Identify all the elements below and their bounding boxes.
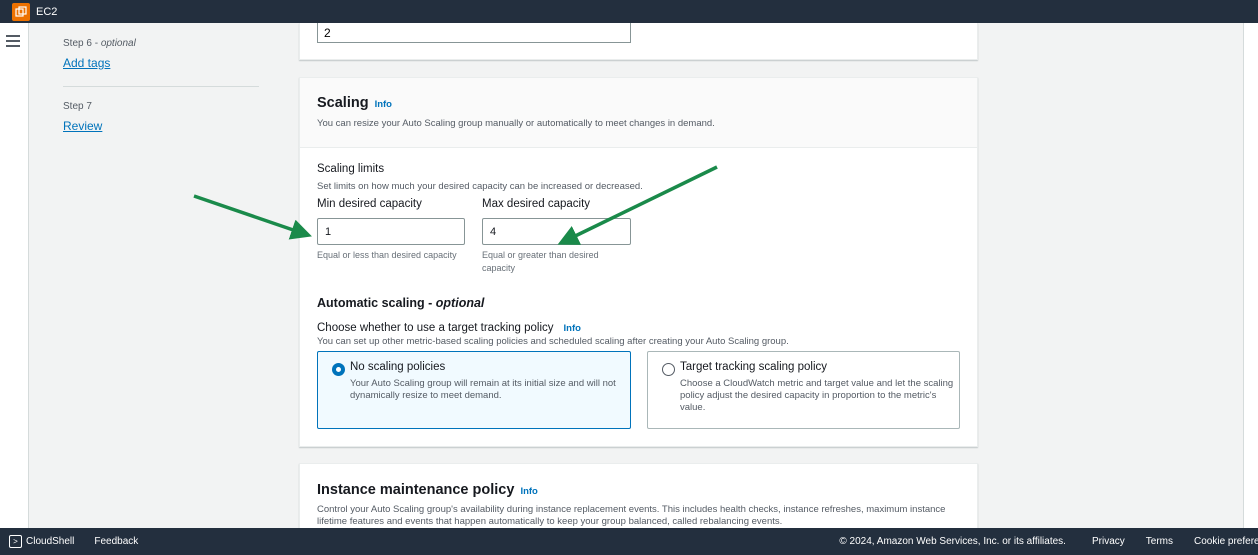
terms-link[interactable]: Terms	[1146, 536, 1173, 547]
feedback-link[interactable]: Feedback	[94, 536, 138, 547]
privacy-link[interactable]: Privacy	[1092, 536, 1125, 547]
automatic-scaling-title: Automatic scaling - optional	[317, 296, 485, 310]
wizard-step-6: Step 6 - optional Add tags	[63, 38, 136, 70]
auto-scaling-info-link[interactable]: Info	[564, 323, 581, 334]
ec2-service-icon[interactable]	[12, 2, 30, 21]
group-size-card	[299, 23, 978, 60]
auto-scaling-question-row: Choose whether to use a target tracking …	[317, 318, 581, 336]
step-label: Step 7	[63, 101, 92, 112]
option-title: No scaling policies	[350, 361, 446, 373]
target-tracking-option[interactable]: Target tracking scaling policy Choose a …	[647, 351, 960, 429]
min-capacity-input[interactable]	[317, 218, 465, 245]
wizard-navigation: Step 6 - optional Add tags Step 7 Review	[29, 23, 299, 528]
radio-unselected-icon[interactable]	[662, 363, 675, 376]
cloudshell-icon[interactable]: >	[9, 535, 22, 548]
menu-icon[interactable]	[6, 35, 20, 50]
step-divider	[63, 86, 259, 87]
option-title: Target tracking scaling policy	[680, 361, 828, 373]
max-capacity-input[interactable]	[482, 218, 631, 245]
scaling-info-link[interactable]: Info	[375, 99, 392, 110]
scaling-limits-title: Scaling limits	[317, 163, 385, 175]
right-utility-rail	[1243, 23, 1258, 528]
maintenance-info-link[interactable]: Info	[520, 486, 537, 497]
maintenance-title-row: Instance maintenance policy Info	[317, 481, 538, 499]
step-link-review[interactable]: Review	[63, 119, 102, 133]
max-capacity-constraint: Equal or greater than desired capacity	[482, 250, 599, 273]
wizard-step-7: Step 7 Review	[63, 101, 102, 133]
console-footer: > CloudShell Feedback © 2024, Amazon Web…	[0, 528, 1258, 555]
side-navigation-rail	[0, 23, 29, 528]
scaling-card: Scaling Info You can resize your Auto Sca…	[299, 77, 978, 447]
auto-scaling-description: You can set up other metric-based scalin…	[317, 336, 789, 347]
step-link-add-tags[interactable]: Add tags	[63, 56, 136, 70]
auto-scaling-question: Choose whether to use a target tracking …	[317, 322, 554, 334]
scaling-limits-description: Set limits on how much your desired capa…	[317, 181, 643, 192]
maintenance-title: Instance maintenance policy	[317, 482, 515, 498]
scaling-header: Scaling Info You can resize your Auto Sca…	[300, 78, 977, 148]
cloudshell-link[interactable]: CloudShell	[26, 536, 74, 547]
radio-selected-icon[interactable]	[332, 363, 345, 376]
min-capacity-label: Min desired capacity	[317, 198, 422, 210]
scaling-description: You can resize your Auto Scaling group m…	[317, 118, 715, 129]
option-description: Choose a CloudWatch metric and target va…	[680, 378, 954, 413]
scaling-title: Scaling	[317, 95, 369, 111]
no-scaling-policies-option[interactable]: No scaling policies Your Auto Scaling gr…	[317, 351, 631, 429]
max-capacity-label: Max desired capacity	[482, 198, 591, 210]
min-capacity-constraint: Equal or less than desired capacity	[317, 250, 457, 260]
top-navigation-bar: EC2	[0, 0, 1258, 23]
copyright-text: © 2024, Amazon Web Services, Inc. or its…	[839, 536, 1066, 547]
maintenance-description: Control your Auto Scaling group's availa…	[317, 504, 946, 527]
option-description: Your Auto Scaling group will remain at i…	[350, 378, 616, 401]
desired-capacity-input[interactable]	[317, 23, 631, 43]
cookie-preferences-link[interactable]: Cookie prefere	[1194, 536, 1258, 547]
step-label: Step 6 - optional	[63, 38, 136, 49]
service-name[interactable]: EC2	[36, 6, 57, 18]
